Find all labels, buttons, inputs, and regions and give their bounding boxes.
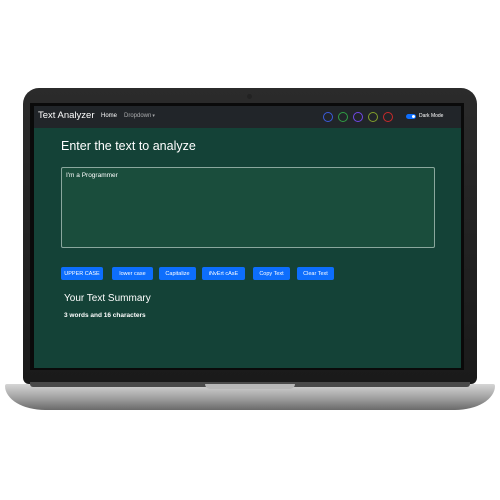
app-screen: Text Analyzer Home Dropdown▾ Dark Mode E…	[34, 106, 461, 368]
trackpad-notch	[205, 384, 295, 389]
dark-mode-label: Dark Mode	[419, 113, 444, 119]
nav-dropdown-label: Dropdown	[124, 113, 152, 119]
copy-text-button[interactable]: Copy Text	[253, 267, 290, 280]
theme-swatch-green[interactable]	[338, 112, 348, 122]
caret-down-icon: ▾	[152, 113, 155, 119]
page-heading: Enter the text to analyze	[61, 139, 196, 153]
uppercase-button[interactable]: UPPER CASE	[61, 267, 103, 280]
theme-swatch-olive[interactable]	[368, 112, 378, 122]
capitalize-button[interactable]: Capitalize	[159, 267, 196, 280]
nav-home[interactable]: Home	[101, 113, 117, 119]
nav-dropdown[interactable]: Dropdown▾	[124, 113, 155, 119]
summary-text: 3 words and 16 characters	[64, 312, 146, 319]
lowercase-button[interactable]: lower case	[112, 267, 153, 280]
summary-title: Your Text Summary	[64, 293, 151, 304]
theme-swatch-purple[interactable]	[353, 112, 363, 122]
brand[interactable]: Text Analyzer	[38, 110, 95, 121]
clear-text-button[interactable]: Clear Text	[297, 267, 334, 280]
theme-swatch-blue[interactable]	[323, 112, 333, 122]
dark-mode-toggle[interactable]	[406, 114, 416, 119]
webcam	[247, 94, 252, 99]
text-input[interactable]: I'm a Programmer	[61, 167, 435, 248]
navbar: Text Analyzer Home Dropdown▾ Dark Mode	[34, 106, 461, 128]
theme-swatch-red[interactable]	[383, 112, 393, 122]
invert-case-button[interactable]: iNvErt cAsE	[202, 267, 245, 280]
